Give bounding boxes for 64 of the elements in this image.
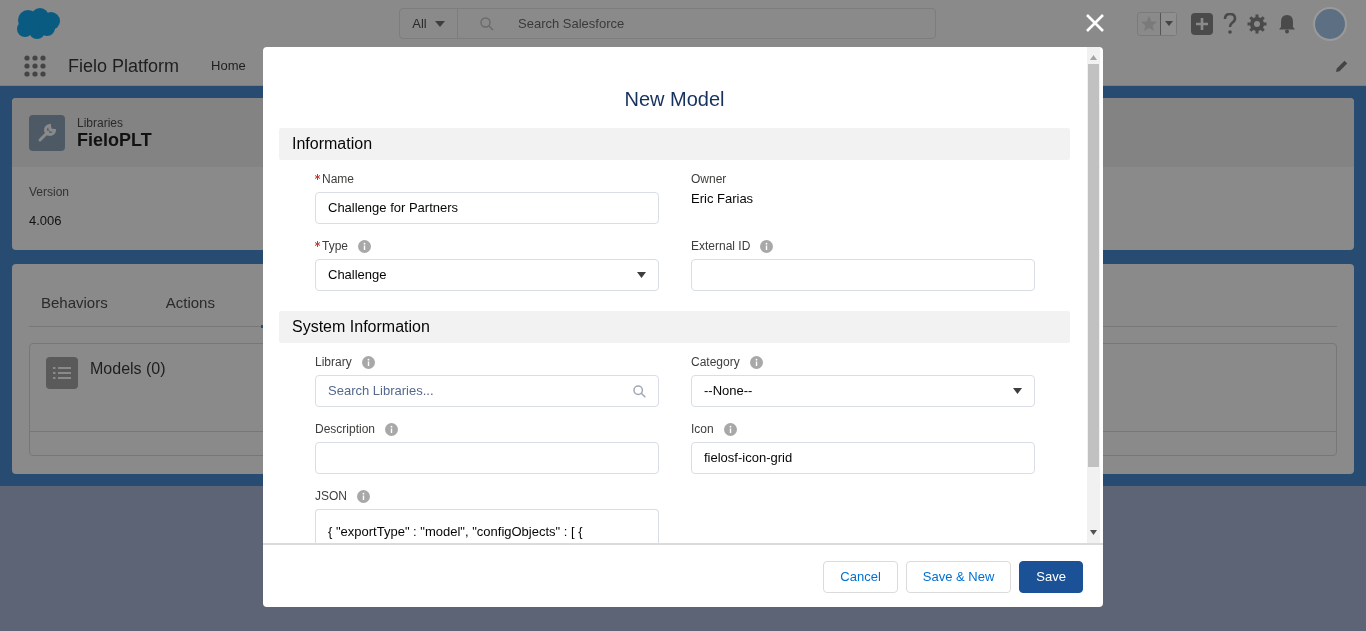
search-placeholder: Search Salesforce bbox=[518, 14, 625, 33]
field-label: Category bbox=[691, 354, 740, 371]
section-header: System Information bbox=[279, 311, 1070, 343]
text-field[interactable]: fielosf-icon-grid bbox=[691, 442, 1035, 474]
object-label: Libraries bbox=[77, 115, 125, 130]
info-icon[interactable] bbox=[760, 239, 774, 253]
scrollbar[interactable] bbox=[1087, 47, 1100, 543]
field-label: External ID bbox=[691, 238, 751, 255]
user-avatar[interactable] bbox=[1313, 6, 1347, 41]
info-icon[interactable] bbox=[357, 489, 370, 503]
text-field[interactable] bbox=[315, 442, 659, 474]
list-tile-icon bbox=[46, 357, 78, 389]
select-field[interactable]: --None-- bbox=[691, 375, 1035, 407]
help-icon[interactable] bbox=[1223, 12, 1237, 35]
footer-button[interactable]: Save & New bbox=[905, 561, 1012, 593]
field-label: Name bbox=[322, 171, 354, 188]
related-list-title: Models (0) bbox=[90, 359, 166, 379]
info-icon[interactable] bbox=[385, 422, 399, 436]
lookup-field[interactable]: Search Libraries... bbox=[315, 375, 659, 407]
close-icon[interactable] bbox=[1086, 14, 1104, 32]
search-icon bbox=[633, 384, 646, 398]
field-value: Eric Farias bbox=[691, 191, 755, 207]
nav-tab[interactable]: Home bbox=[211, 56, 246, 76]
add-icon[interactable] bbox=[1191, 12, 1213, 35]
field-label: Type bbox=[322, 238, 348, 255]
favorites-button[interactable] bbox=[1137, 11, 1177, 36]
required-icon bbox=[315, 241, 320, 247]
textarea-field[interactable]: { "exportType" : "model", "configObjects" : [ { bbox=[315, 509, 659, 543]
search-scope-dropdown[interactable]: All bbox=[400, 9, 458, 38]
field-label: Library bbox=[315, 354, 352, 371]
cloud-logo-icon bbox=[16, 7, 60, 40]
modal-title: New Model bbox=[623, 87, 726, 112]
record-name: FieloPLT bbox=[77, 129, 152, 150]
info-icon[interactable] bbox=[723, 422, 737, 436]
field-label: Icon bbox=[691, 421, 714, 438]
field-label: Version bbox=[29, 184, 70, 201]
caret-icon bbox=[434, 20, 445, 27]
search-icon bbox=[480, 16, 494, 31]
caret-icon bbox=[1164, 21, 1173, 26]
info-icon[interactable] bbox=[358, 239, 371, 253]
text-field[interactable]: Challenge for Partners bbox=[315, 192, 659, 224]
app-launcher-icon[interactable] bbox=[24, 55, 46, 77]
caret-icon bbox=[637, 272, 646, 278]
field-label: JSON bbox=[315, 488, 347, 505]
footer-button[interactable]: Save bbox=[1019, 561, 1083, 593]
wrench-tile-icon bbox=[29, 114, 65, 151]
app-name: Fielo Platform bbox=[68, 54, 180, 78]
field-label: Owner bbox=[691, 171, 727, 188]
info-icon[interactable] bbox=[361, 355, 375, 369]
text-field[interactable] bbox=[691, 259, 1035, 291]
record-tab[interactable]: Actions bbox=[153, 291, 227, 326]
settings-icon[interactable] bbox=[1247, 13, 1267, 34]
section-header: Information bbox=[279, 128, 1070, 160]
edit-pencil-icon[interactable] bbox=[1335, 59, 1349, 73]
field-label: Description bbox=[315, 421, 376, 438]
search-bar[interactable]: All Search Salesforce bbox=[399, 8, 936, 39]
record-tab[interactable]: Behaviors bbox=[29, 291, 120, 326]
field-value: 4.006 bbox=[29, 212, 62, 230]
footer-button[interactable]: Cancel bbox=[823, 561, 898, 593]
select-field[interactable]: Challenge bbox=[315, 259, 659, 291]
info-icon[interactable] bbox=[749, 355, 763, 369]
caret-icon bbox=[1013, 388, 1022, 394]
required-icon bbox=[315, 174, 320, 180]
notifications-bell-icon[interactable] bbox=[1277, 13, 1297, 34]
